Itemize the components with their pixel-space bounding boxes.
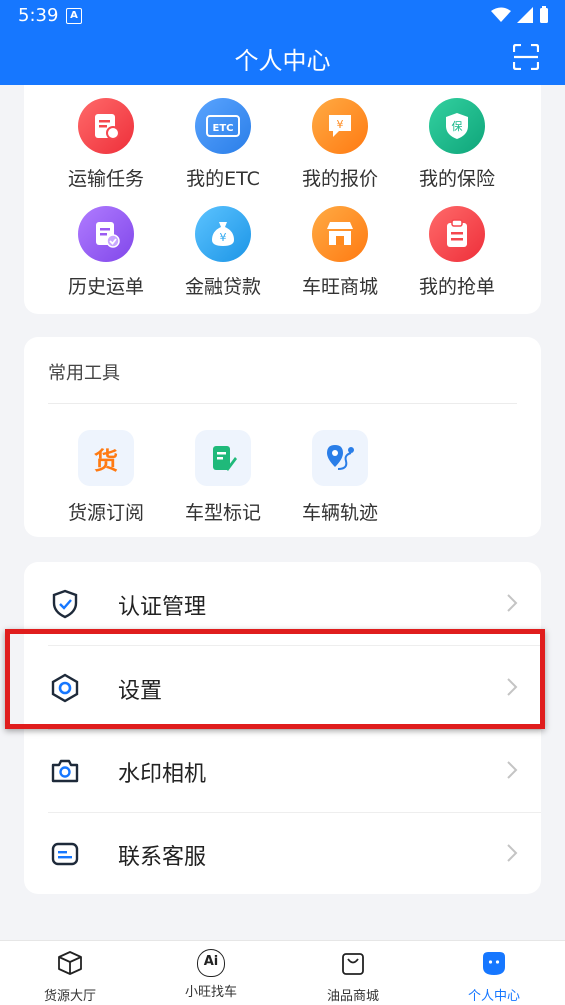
service-my-insurance[interactable]: 保 我的保险 (399, 98, 515, 191)
service-label: 金融贷款 (184, 276, 261, 298)
cargo-glyph: 货 (94, 446, 118, 475)
tools-section-title: 常用工具 (48, 363, 120, 384)
service-my-etc[interactable]: ETC 我的ETC (165, 98, 281, 191)
ai-assistant-icon: Ai (197, 949, 225, 977)
history-waybill-icon (78, 206, 134, 262)
chevron-right-icon (507, 594, 518, 612)
tab-label: 个人中心 (467, 989, 520, 1004)
service-label: 历史运单 (67, 276, 144, 298)
service-label: 我的抢单 (418, 276, 495, 298)
menu-row-customer-service[interactable]: 联系客服 (24, 812, 541, 895)
quote-icon: ¥ (312, 98, 368, 154)
tab-personal-center[interactable]: 个人中心 (439, 949, 549, 1004)
signal-icon (517, 7, 533, 23)
tool-label: 车辆轨迹 (301, 502, 378, 524)
service-label: 运输任务 (67, 168, 144, 190)
tab-label: 小旺找车 (184, 985, 237, 1000)
service-history-waybill[interactable]: 历史运单 (48, 206, 164, 299)
shopping-bag-icon (342, 953, 364, 975)
etc-badge-text: ETC (213, 123, 234, 134)
service-finance-loan[interactable]: ¥ 金融贷款 (165, 206, 281, 299)
vehicle-mark-icon (195, 430, 251, 486)
tools-divider (48, 403, 517, 404)
bottom-tab-bar: 货源大厅 Ai 小旺找车 油品商城 个人中心 (0, 940, 565, 1005)
tool-vehicle-mark[interactable]: 车型标记 (165, 430, 281, 525)
menu-row-watermark-camera[interactable]: 水印相机 (24, 729, 541, 812)
vehicle-track-icon (312, 430, 368, 486)
shop-store-icon (312, 206, 368, 262)
service-my-grab-order[interactable]: 我的抢单 (399, 206, 515, 299)
status-time: 5:39 (18, 5, 59, 26)
services-card: 运输任务 ETC 我的ETC ¥ 我的报价 保 我的保险 历史运单 ¥ 金融贷款 (24, 85, 541, 314)
tab-label: 货源大厅 (43, 989, 96, 1004)
service-label: 车旺商城 (301, 276, 378, 298)
highlight-box (5, 629, 545, 729)
service-transport-task[interactable]: 运输任务 (48, 98, 164, 191)
etc-card-icon: ETC (195, 98, 251, 154)
tab-label: 油品商城 (326, 989, 379, 1004)
insurance-shield-icon: 保 (429, 98, 485, 154)
cargo-subscribe-icon: 货 (78, 430, 134, 486)
transport-task-icon (78, 98, 134, 154)
money-bag-icon: ¥ (195, 206, 251, 262)
service-label: 我的ETC (186, 168, 260, 190)
menu-label: 水印相机 (118, 762, 207, 787)
camera-icon (51, 759, 79, 783)
service-label: 我的报价 (301, 168, 378, 190)
service-label: 我的保险 (418, 168, 495, 190)
tool-label: 车型标记 (184, 502, 261, 524)
tool-label: 货源订阅 (67, 502, 144, 524)
menu-label: 联系客服 (118, 845, 207, 870)
customer-service-icon (51, 842, 79, 866)
page-title: 个人中心 (234, 47, 331, 75)
chevron-right-icon (507, 844, 518, 862)
cube-box-icon (58, 951, 82, 975)
profile-face-icon (483, 952, 505, 975)
chevron-right-icon (507, 761, 518, 779)
insurance-badge-text: 保 (452, 119, 463, 133)
status-bar: 5:39 A (0, 0, 565, 32)
notification-a-icon: A (66, 8, 82, 24)
menu-label: 认证管理 (118, 595, 207, 620)
system-icons (491, 6, 549, 24)
tab-oil-mall[interactable]: 油品商城 (298, 949, 408, 1004)
tool-vehicle-track[interactable]: 车辆轨迹 (282, 430, 398, 525)
shield-check-icon (52, 589, 78, 619)
tab-cargo-hall[interactable]: 货源大厅 (15, 949, 125, 1004)
app-header: 个人中心 (0, 32, 565, 85)
clipboard-icon (429, 206, 485, 262)
tool-cargo-subscribe[interactable]: 货 货源订阅 (48, 430, 164, 525)
service-chewang-mall[interactable]: 车旺商城 (282, 206, 398, 299)
wifi-icon (491, 7, 511, 22)
loan-badge-text: ¥ (220, 231, 227, 244)
service-my-quote[interactable]: ¥ 我的报价 (282, 98, 398, 191)
tools-card: 常用工具 货 货源订阅 车型标记 车辆轨迹 (24, 337, 541, 537)
tab-xiaowang-find-vehicle[interactable]: Ai 小旺找车 (156, 949, 266, 1000)
scan-icon[interactable] (513, 44, 539, 70)
battery-icon (540, 6, 548, 23)
quote-badge-text: ¥ (337, 118, 344, 131)
